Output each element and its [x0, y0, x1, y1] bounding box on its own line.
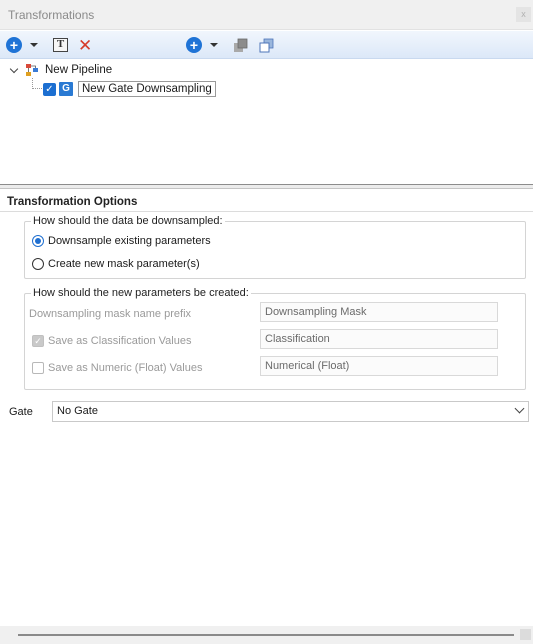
plus-circle-icon: +	[186, 37, 202, 53]
mask-prefix-field[interactable]: Downsampling Mask	[260, 302, 498, 322]
parameter-creation-group: How should the new parameters be created…	[24, 287, 526, 390]
tree-node-gate-downsampling[interactable]: ✓ G New Gate Downsampling	[43, 81, 216, 97]
numeric-field[interactable]: Numerical (Float)	[260, 356, 498, 376]
classification-label: Save as Classification Values	[48, 335, 192, 347]
chevron-down-icon[interactable]	[9, 64, 19, 73]
divider	[0, 211, 533, 212]
gate-label: Gate	[9, 406, 33, 418]
horizontal-scrollbar[interactable]	[0, 626, 533, 644]
radio-label: Downsample existing parameters	[48, 235, 211, 247]
create-mask-radio[interactable]: Create new mask parameter(s)	[32, 258, 200, 270]
gate-icon: G	[59, 82, 73, 96]
tree-node-gate-downsampling-label[interactable]: New Gate Downsampling	[78, 81, 216, 97]
classification-field[interactable]: Classification	[260, 329, 498, 349]
radio-button-selected[interactable]	[32, 235, 44, 247]
window-title: Transformations	[8, 8, 95, 22]
layers-up-icon	[234, 38, 248, 52]
add-button[interactable]: +	[6, 35, 22, 55]
radio-label: Create new mask parameter(s)	[48, 258, 200, 270]
classification-option[interactable]: ✓ Save as Classification Values	[32, 335, 191, 347]
add-dropdown-button[interactable]	[28, 35, 40, 55]
radio-button[interactable]	[32, 258, 44, 270]
downsample-method-legend: How should the data be downsampled:	[31, 215, 225, 227]
downsample-existing-radio[interactable]: Downsample existing parameters	[32, 235, 211, 247]
parameter-creation-legend: How should the new parameters be created…	[31, 287, 251, 299]
close-icon[interactable]: x	[516, 7, 531, 22]
panel-splitter[interactable]	[0, 184, 533, 189]
red-x-icon: ✕	[78, 35, 93, 55]
scroll-track[interactable]	[18, 634, 514, 636]
plus-circle-icon: +	[6, 37, 22, 53]
title-bar: Transformations x	[0, 0, 533, 30]
delete-button[interactable]: ✕	[78, 35, 92, 55]
text-button[interactable]: T	[53, 35, 68, 55]
caret-down-icon	[30, 43, 38, 47]
resize-grip-icon[interactable]	[520, 629, 531, 640]
text-box-icon: T	[53, 38, 68, 52]
gate-select-value: No Gate	[57, 405, 98, 417]
caret-down-icon	[210, 43, 218, 47]
classification-checkbox[interactable]: ✓	[32, 335, 44, 347]
options-header: Transformation Options	[7, 196, 138, 208]
move-down-button[interactable]	[259, 35, 275, 55]
numeric-option[interactable]: Save as Numeric (Float) Values	[32, 362, 202, 374]
transformation-options-panel: Transformation Options How should the da…	[0, 190, 533, 644]
chevron-down-icon	[514, 403, 525, 414]
numeric-label: Save as Numeric (Float) Values	[48, 362, 203, 374]
downsample-method-group: How should the data be downsampled: Down…	[24, 215, 526, 279]
toolbar: + T ✕ +	[0, 31, 533, 59]
pipeline-tree: New Pipeline ✓ G New Gate Downsampling	[0, 60, 533, 184]
pipeline-icon	[26, 64, 38, 76]
node-enabled-checkbox[interactable]: ✓	[43, 82, 56, 96]
mask-prefix-label: Downsampling mask name prefix	[29, 308, 192, 320]
tree-node-pipeline[interactable]: New Pipeline	[8, 63, 112, 77]
add-transform-button[interactable]: +	[186, 35, 202, 55]
move-up-button[interactable]	[233, 35, 249, 55]
tree-node-pipeline-label: New Pipeline	[45, 64, 113, 76]
gate-select[interactable]: No Gate	[52, 401, 529, 422]
add-transform-dropdown-button[interactable]	[208, 35, 220, 55]
tree-connector	[32, 78, 42, 89]
layers-down-icon	[259, 38, 274, 53]
numeric-checkbox[interactable]	[32, 362, 44, 374]
